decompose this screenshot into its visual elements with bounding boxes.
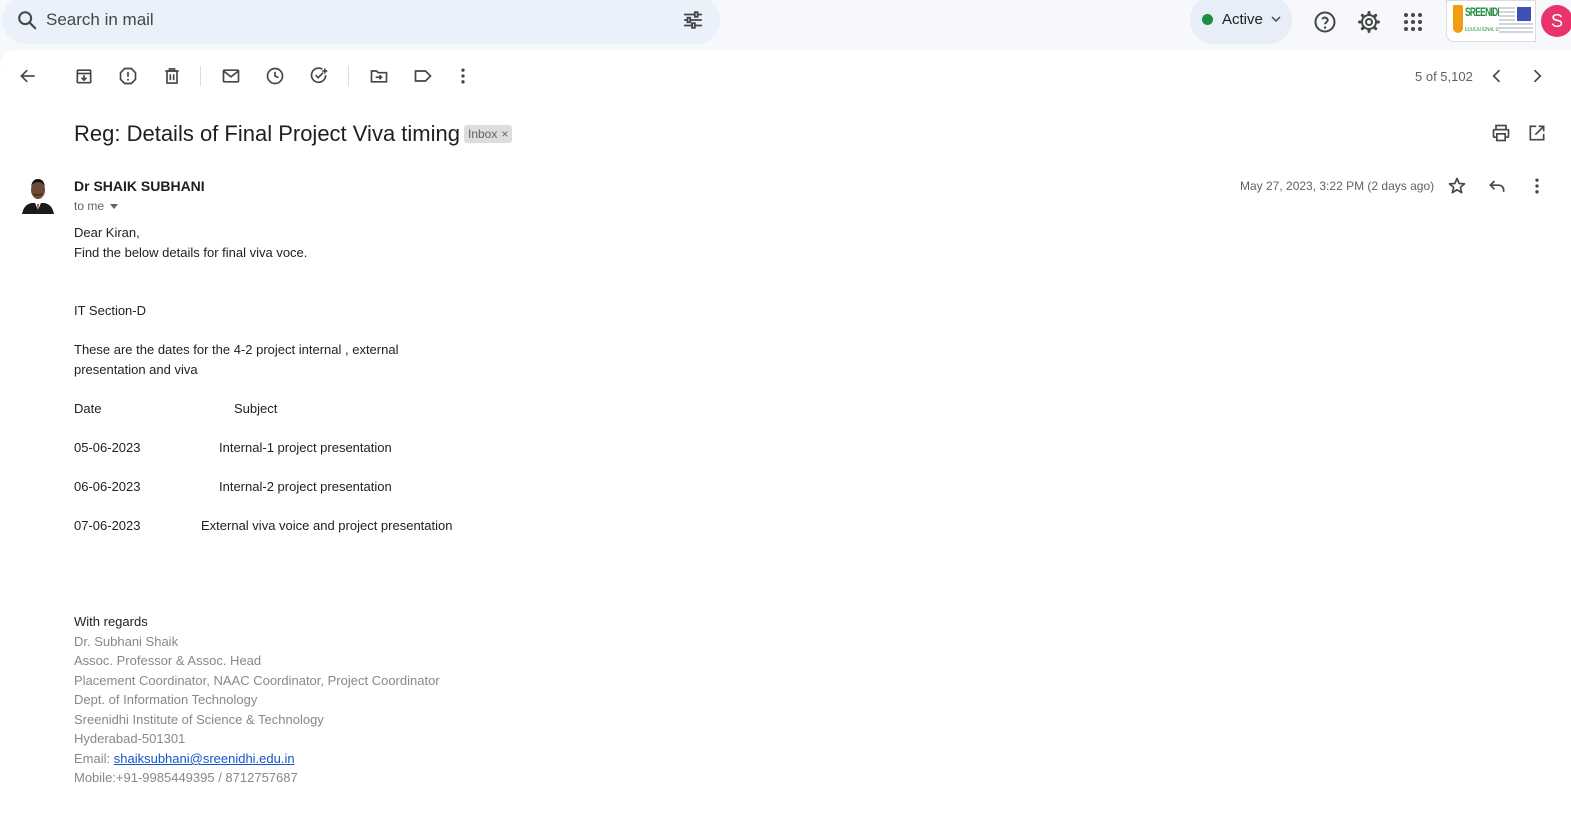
settings-icon[interactable]: [1357, 10, 1381, 34]
toolbar-divider: [348, 66, 349, 86]
section-text: IT Section-D: [74, 303, 147, 318]
email-subject: Reg: Details of Final Project Viva timin…: [74, 121, 460, 146]
search-icon[interactable]: [16, 9, 38, 31]
close-icon[interactable]: ×: [501, 127, 508, 141]
logo-text-lines: [1499, 7, 1515, 33]
message-counter: 5 of 5,102: [1415, 69, 1473, 84]
sender-avatar[interactable]: [22, 174, 54, 214]
intro-text: Find the below details for final viva vo…: [74, 245, 308, 260]
report-spam-icon[interactable]: [118, 66, 138, 86]
table-row-date: 07-06-2023: [74, 518, 141, 533]
email-date: May 27, 2023, 3:22 PM (2 days ago): [1240, 179, 1435, 193]
signature-email-label: Email:: [74, 751, 114, 766]
recipient-label: to me: [74, 199, 105, 213]
status-selector[interactable]: Active: [1190, 0, 1292, 44]
closing-text: With regards: [74, 614, 148, 629]
apps-icon[interactable]: [1401, 10, 1425, 34]
account-avatar[interactable]: S: [1541, 5, 1571, 37]
description-line: These are the dates for the 4-2 project …: [74, 342, 399, 357]
reply-icon[interactable]: [1487, 176, 1507, 196]
archive-icon[interactable]: [74, 66, 94, 86]
signature-roles: Placement Coordinator, NAAC Coordinator,…: [74, 673, 440, 688]
signature-mobile: Mobile:+91-9985449395 / 8712757687: [74, 770, 298, 785]
table-row-subject: External viva voice and project presenta…: [201, 518, 453, 533]
star-icon[interactable]: [1447, 176, 1467, 196]
signature-department: Dept. of Information Technology: [74, 692, 258, 707]
greeting: Dear Kiran,: [74, 225, 140, 240]
newer-chevron-icon[interactable]: [1487, 66, 1507, 86]
snooze-icon[interactable]: [265, 66, 285, 86]
table-row-subject: Internal-1 project presentation: [219, 440, 392, 455]
label-chip-text: Inbox: [468, 127, 498, 141]
open-in-new-window-icon[interactable]: [1527, 123, 1547, 143]
recipient-details[interactable]: to me: [74, 199, 119, 213]
sender-name[interactable]: Dr SHAIK SUBHANI: [74, 178, 205, 194]
add-to-tasks-icon[interactable]: [309, 66, 329, 86]
top-bar: Active SREENIDHI EDUCATIONAL GROUP S: [0, 0, 1571, 50]
signature-title: Assoc. Professor & Assoc. Head: [74, 653, 262, 668]
description-line: presentation and viva: [74, 362, 198, 377]
delete-icon[interactable]: [162, 66, 182, 86]
signature-city: Hyderabad-501301: [74, 731, 186, 746]
logo-mark: [1453, 5, 1463, 33]
logo-text-lines: [1515, 23, 1533, 35]
search-bar[interactable]: [2, 0, 720, 44]
mark-unread-icon[interactable]: [221, 66, 241, 86]
logo-emblem: [1517, 7, 1531, 21]
label-icon[interactable]: [413, 66, 433, 86]
table-row-date: 05-06-2023: [74, 440, 141, 455]
chevron-down-icon: [1271, 16, 1281, 23]
organization-logo[interactable]: SREENIDHI EDUCATIONAL GROUP: [1446, 0, 1536, 42]
table-row-subject: Internal-2 project presentation: [219, 479, 392, 494]
table-row-date: 06-06-2023: [74, 479, 141, 494]
back-arrow-icon[interactable]: [18, 66, 38, 86]
status-label: Active: [1222, 11, 1263, 28]
move-to-icon[interactable]: [369, 66, 389, 86]
more-vert-icon[interactable]: [1527, 176, 1547, 196]
signature-email-line: Email: shaiksubhani@sreenidhi.edu.in: [74, 751, 295, 766]
older-chevron-icon[interactable]: [1527, 66, 1547, 86]
table-header-subject: Subject: [234, 401, 278, 416]
signature-institute: Sreenidhi Institute of Science & Technol…: [74, 712, 324, 727]
print-icon[interactable]: [1491, 123, 1511, 143]
table-header-date: Date: [74, 401, 102, 416]
signature-name: Dr. Subhani Shaik: [74, 634, 179, 649]
help-icon[interactable]: [1313, 10, 1337, 34]
signature-email-link[interactable]: shaiksubhani@sreenidhi.edu.in: [114, 751, 295, 766]
label-chip-inbox[interactable]: Inbox ×: [464, 125, 513, 143]
toolbar-divider: [200, 66, 201, 86]
search-input[interactable]: [46, 6, 646, 34]
search-options-icon[interactable]: [682, 9, 704, 31]
message-panel: 5 of 5,102 Reg: Details of Final Project…: [0, 50, 1571, 830]
caret-down-icon[interactable]: [110, 204, 119, 210]
status-dot: [1202, 14, 1213, 25]
more-vert-icon[interactable]: [453, 66, 473, 86]
